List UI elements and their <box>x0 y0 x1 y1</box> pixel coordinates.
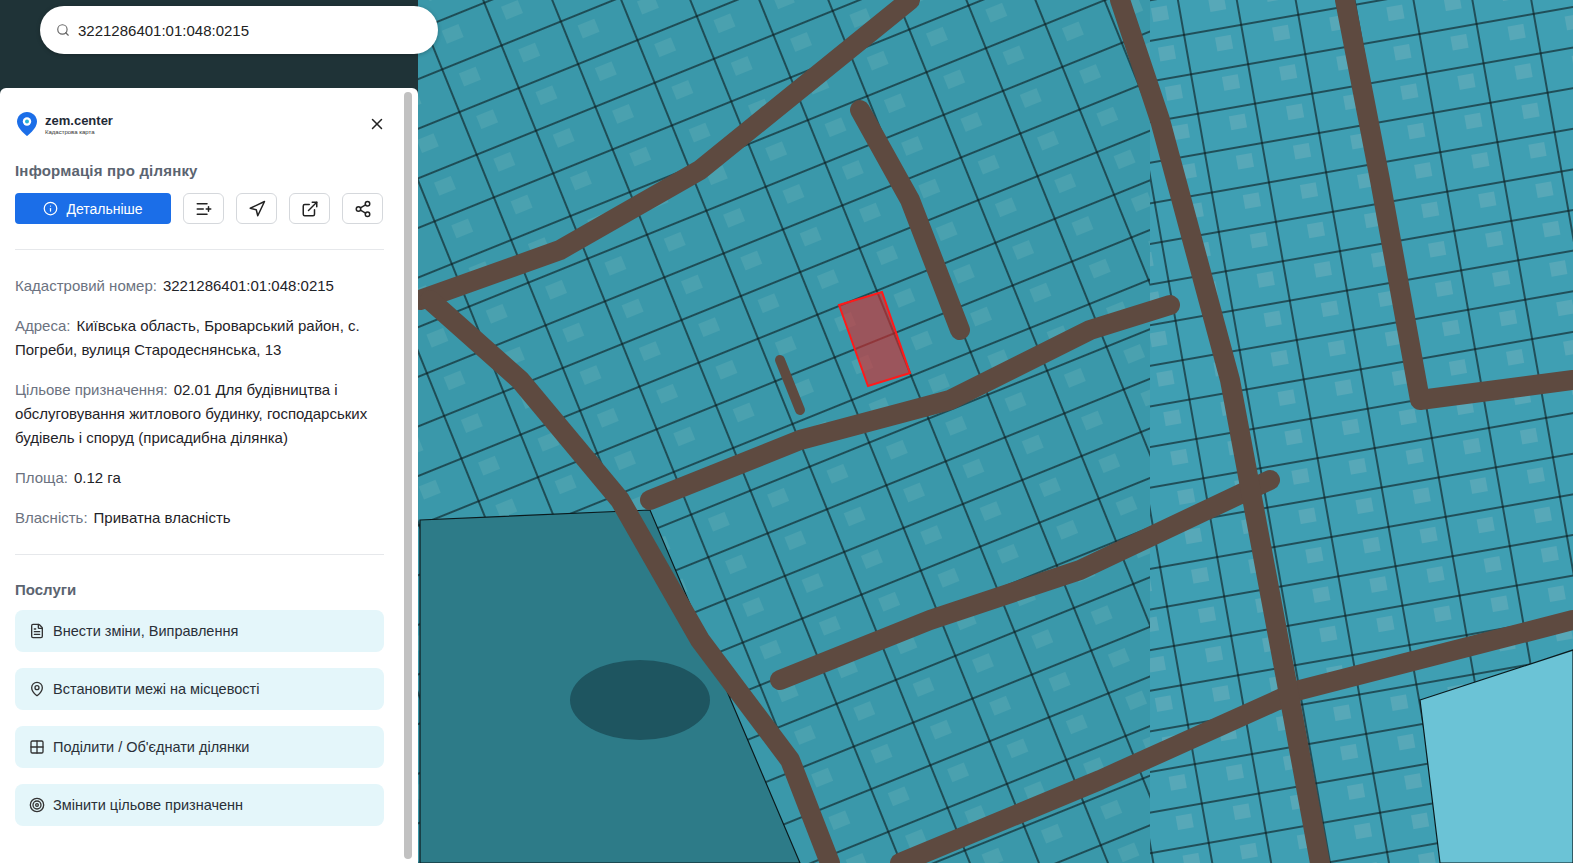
scrollbar-thumb[interactable] <box>404 92 412 859</box>
service-item[interactable]: Поділити / Об'єднати ділянки <box>15 726 384 768</box>
road <box>420 0 910 300</box>
info-field: Цільове призначення:02.01 Для будівництв… <box>15 378 384 450</box>
road <box>780 480 1270 680</box>
service-icon <box>29 797 45 813</box>
field-value: 0.12 га <box>74 469 121 486</box>
road <box>780 360 800 410</box>
service-icon <box>29 681 45 697</box>
details-button[interactable]: Детальніше <box>15 193 171 224</box>
service-icon <box>29 739 45 755</box>
field-label: Площа: <box>15 469 68 486</box>
close-icon <box>368 115 386 133</box>
service-item[interactable]: Змінити цільове призначенн <box>15 784 384 826</box>
logo-text: zem.center Кадастрова карта <box>45 114 113 135</box>
list-plus-icon <box>195 200 213 218</box>
field-label: Власність: <box>15 509 88 526</box>
info-field: Кадастровий номер: 3221286401:01:048:0215 <box>15 274 384 298</box>
service-icon <box>29 623 45 639</box>
divider <box>15 249 384 250</box>
field-value: Приватна власність <box>94 509 231 526</box>
info-field: Адреса:Київська область, Броварський рай… <box>15 314 384 362</box>
logo-pin-icon <box>15 111 39 137</box>
add-to-list-button[interactable] <box>183 193 224 224</box>
road <box>1120 0 1320 863</box>
parcel-grid[interactable] <box>418 0 1158 863</box>
external-link-icon <box>301 200 319 218</box>
road <box>1345 0 1573 400</box>
divider <box>15 554 384 555</box>
info-field: Власність: Приватна власність <box>15 506 384 530</box>
share-button[interactable] <box>342 193 383 224</box>
logo-subtitle: Кадастрова карта <box>45 129 113 135</box>
field-value: 3221286401:01:048:0215 <box>163 277 334 294</box>
search-input[interactable] <box>76 21 422 40</box>
selected-parcel[interactable] <box>839 292 910 386</box>
logo-name: zem.center <box>45 114 113 127</box>
road <box>900 620 1573 863</box>
field-label: Адреса: <box>15 317 70 334</box>
panel-header: zem.center Кадастрова карта <box>15 108 384 140</box>
road <box>650 305 1170 500</box>
satellite-ground <box>0 0 1573 863</box>
scrollbar[interactable] <box>402 88 414 863</box>
app-screen: zem.center Кадастрова карта Інформація про… <box>0 0 1573 863</box>
road <box>430 300 830 863</box>
pond <box>570 660 710 740</box>
panel-content: zem.center Кадастрова карта Інформація про… <box>0 88 402 863</box>
search-bar[interactable] <box>40 6 438 54</box>
panel-title: Інформація про ділянку <box>15 162 384 179</box>
info-field: Площа: 0.12 га <box>15 466 384 490</box>
share-icon <box>354 200 372 218</box>
search-icon <box>56 23 70 37</box>
navigate-button[interactable] <box>236 193 277 224</box>
open-external-button[interactable] <box>289 193 330 224</box>
info-icon <box>43 201 58 216</box>
service-item[interactable]: Встановити межі на місцевості <box>15 668 384 710</box>
actions-row: Детальніше <box>15 193 384 224</box>
navigation-arrow-icon <box>248 200 266 218</box>
close-button[interactable] <box>364 111 390 137</box>
services-title: Послуги <box>15 581 384 598</box>
industrial-parcel[interactable] <box>1420 650 1573 863</box>
field-label: Кадастровий номер: <box>15 277 157 294</box>
parcel-info-panel: zem.center Кадастрова карта Інформація про… <box>0 88 418 863</box>
field-label: Цільове призначення: <box>15 381 168 398</box>
service-item[interactable]: Внести зміни, Виправлення <box>15 610 384 652</box>
logo[interactable]: zem.center Кадастрова карта <box>15 111 113 137</box>
services-list: Внести зміни, Виправлення Встановити межі… <box>15 610 384 826</box>
